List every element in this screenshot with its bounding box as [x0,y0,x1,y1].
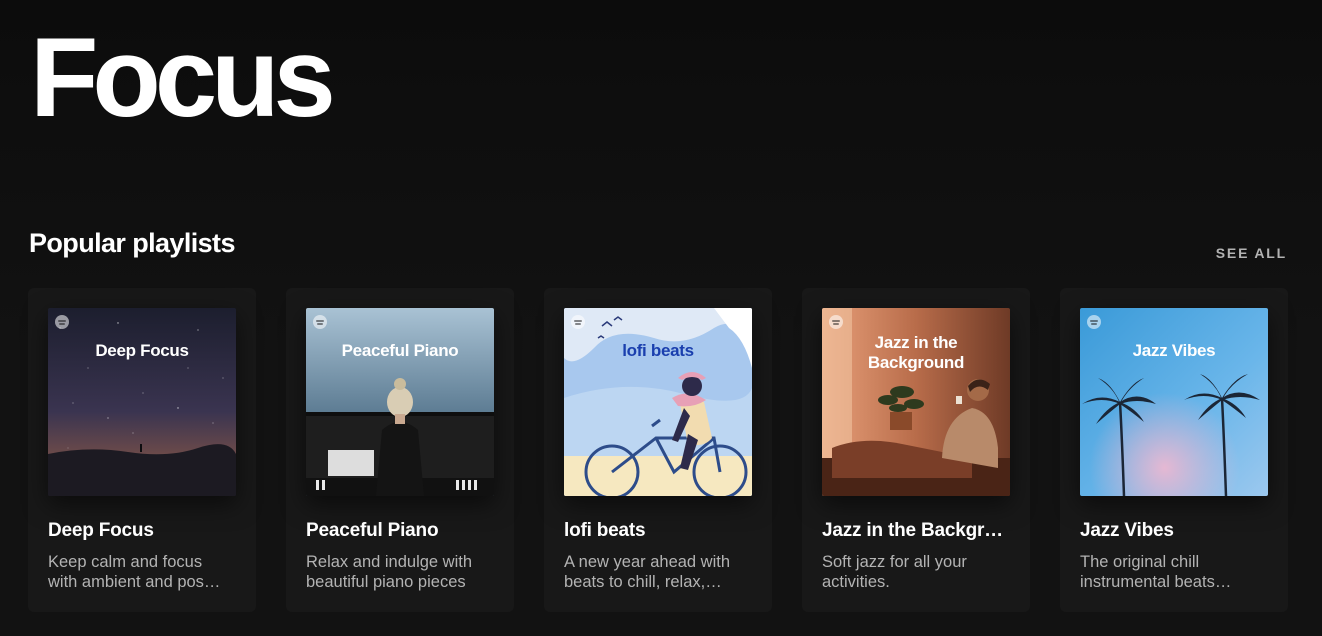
playlist-title[interactable]: lofi beats [564,520,752,542]
see-all-link[interactable]: SEE ALL [1216,245,1287,261]
cover-title: Deep Focus [95,341,189,360]
playlist-title[interactable]: Peaceful Piano [306,520,494,542]
playlist-row: Deep Focus Deep Focus Keep calm and focu… [28,288,1288,612]
cover-title: Peaceful Piano [341,341,459,360]
playlist-card-deep-focus[interactable]: Deep Focus Deep Focus Keep calm and focu… [28,288,256,612]
focus-genre-page: Focus Popular playlists SEE ALL Deep Foc… [0,0,1322,636]
playlist-cover: Jazz in the Background [822,308,1010,496]
jazz-vibes-cover-art [1080,308,1268,496]
spotify-logo-icon [55,315,69,329]
playlist-cover: lofi beats [564,308,752,496]
spotify-logo-icon [829,315,843,329]
playlist-cover: Jazz Vibes [1080,308,1268,496]
playlist-description: The original chill instrumental beats… [1080,553,1232,591]
playlist-description: A new year ahead with beats to chill, re… [564,553,731,591]
playlist-description: Soft jazz for all your activities. [822,553,967,591]
playlist-title[interactable]: Jazz in the Backgr… [822,520,1010,542]
playlist-title[interactable]: Deep Focus [48,520,236,542]
peaceful-piano-cover-art [306,308,494,496]
playlist-card-lofi-beats[interactable]: lofi beats lofi beats A new year ahead w… [544,288,772,612]
playlist-card-peaceful-piano[interactable]: Peaceful Piano Peaceful Piano Relax and … [286,288,514,612]
page-title: Focus [30,15,336,140]
playlist-description: Keep calm and focus with ambient and pos… [48,553,221,591]
spotify-logo-icon [1087,315,1101,329]
playlist-cover: Peaceful Piano [306,308,494,496]
playlist-card-jazz-vibes[interactable]: Jazz Vibes Jazz Vibes The original chill… [1060,288,1288,612]
lofi-beats-cover-art [564,308,752,496]
playlist-cover: Deep Focus [48,308,236,496]
playlist-title[interactable]: Jazz Vibes [1080,520,1268,542]
section-header: Popular playlists SEE ALL [29,228,1287,268]
playlist-card-jazz-in-the-background[interactable]: Jazz in the Background Jazz in the Backg… [802,288,1030,612]
cover-title: Jazz in the Background [867,333,965,373]
cover-title: lofi beats [622,341,694,360]
spotify-logo-icon [313,315,327,329]
section-title[interactable]: Popular playlists [29,228,235,259]
spotify-logo-icon [571,315,585,329]
deep-focus-cover-art [48,308,236,496]
cover-title: Jazz Vibes [1132,341,1216,360]
playlist-description: Relax and indulge with beautiful piano p… [306,553,473,591]
